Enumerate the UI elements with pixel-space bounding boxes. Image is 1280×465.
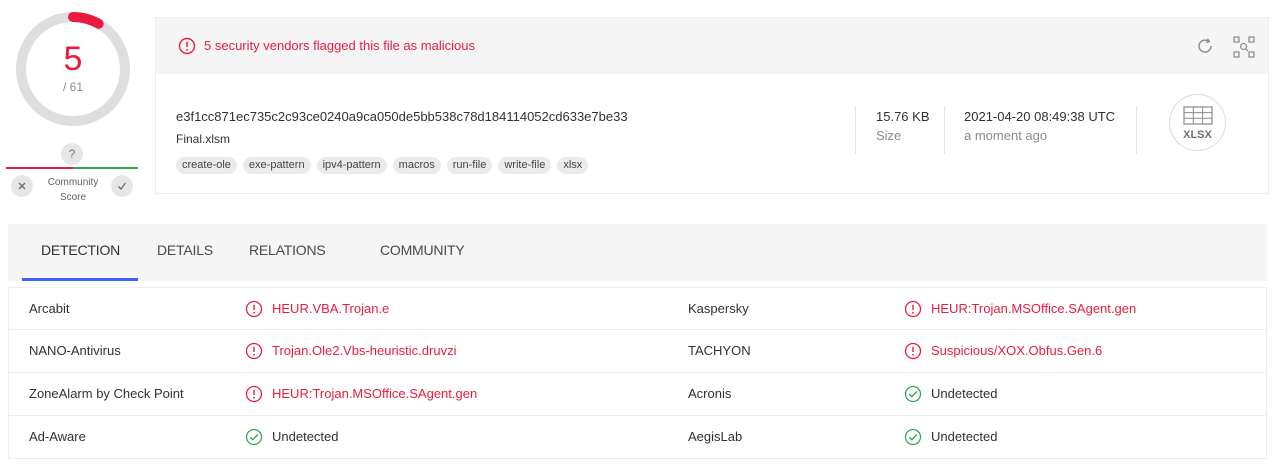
alert-circle-icon [904, 342, 922, 360]
vote-harmless-button[interactable] [111, 175, 133, 197]
engine-name: Kaspersky [688, 301, 749, 316]
engine-name: Acronis [688, 386, 732, 401]
tag-macros[interactable]: macros [392, 157, 441, 174]
alert-circle-icon [178, 37, 196, 55]
community-score-bar [6, 167, 138, 169]
check-circle-icon [904, 428, 922, 446]
check-circle-icon [904, 385, 922, 403]
tab-details[interactable]: DETAILS [157, 242, 213, 258]
xlsx-file-icon [1183, 106, 1213, 125]
detection-score-widget: 5 / 61 ? Community Score [0, 0, 145, 210]
file-name: Final.xlsm [176, 132, 231, 146]
file-summary-card: 5 security vendors flagged this file as … [155, 17, 1269, 194]
tag-ipv4-pattern[interactable]: ipv4-pattern [316, 157, 387, 174]
analysis-relative-time: a moment ago [964, 128, 1048, 143]
community-score-value: ? [61, 143, 83, 165]
file-type-label: XLSX [1183, 129, 1212, 141]
community-score-label-line1: Community [47, 177, 99, 188]
table-row: Arcabit HEUR.VBA.Trojan.e Kaspersky HEUR:Tr… [8, 287, 1267, 330]
detection-result: Undetected [931, 386, 998, 401]
community-score-label-line2: Score [59, 192, 87, 203]
file-tags: create-ole exe-pattern ipv4-pattern macr… [176, 157, 589, 174]
detection-result: HEUR:Trojan.MSOffice.SAgent.gen [272, 386, 478, 401]
file-size-label: Size [876, 128, 902, 143]
alert-circle-icon [245, 342, 263, 360]
engine-name: ZoneAlarm by Check Point [29, 386, 184, 401]
alert-circle-icon [245, 385, 263, 403]
engine-name: NANO-Antivirus [29, 343, 121, 358]
tag-exe-pattern[interactable]: exe-pattern [242, 157, 311, 174]
tag-write-file[interactable]: write-file [498, 157, 552, 174]
table-row: Ad-Aware Undetected AegisLab Undetected [8, 416, 1267, 459]
detection-result: Undetected [272, 429, 339, 444]
detections-table: Arcabit HEUR.VBA.Trojan.e Kaspersky HEUR:Tr… [8, 287, 1267, 465]
community-score-label: Community Score [40, 175, 106, 205]
engine-name: Arcabit [29, 301, 70, 316]
table-row: ZoneAlarm by Check Point HEUR:Trojan.MSOf… [8, 373, 1267, 416]
alert-circle-icon [245, 300, 263, 318]
engine-name: TACHYON [688, 343, 751, 358]
file-size-value: 15.76 KB [876, 109, 930, 124]
engine-name: Ad-Aware [29, 429, 86, 444]
report-tabs: DETECTION DETAILS RELATIONS COMMUNITY [8, 224, 1267, 281]
active-tab-indicator [22, 278, 138, 281]
check-icon [118, 182, 127, 190]
engine-total: / 61 [62, 80, 83, 94]
tag-run-file[interactable]: run-file [446, 157, 493, 174]
divider [1136, 106, 1137, 154]
divider [944, 106, 945, 154]
detection-count: 5 [63, 40, 83, 78]
alert-message: 5 security vendors flagged this file as … [204, 38, 475, 53]
engine-name: AegisLab [688, 429, 743, 444]
table-row: NANO-Antivirus Trojan.Ole2.Vbs-heuristic.… [8, 330, 1267, 373]
tab-community[interactable]: COMMUNITY [380, 242, 465, 258]
file-hash[interactable]: e3f1cc871ec735c2c93ce0240a9ca050de5bb538… [176, 109, 628, 124]
detection-result: HEUR.VBA.Trojan.e [272, 301, 390, 316]
alert-circle-icon [904, 300, 922, 318]
divider [855, 106, 856, 154]
check-circle-icon [245, 428, 263, 446]
detection-result: Suspicious/XOX.Obfus.Gen.6 [931, 343, 1103, 358]
tag-xlsx[interactable]: xlsx [557, 157, 589, 174]
detection-result: Undetected [931, 429, 998, 444]
detection-result: Trojan.Ole2.Vbs-heuristic.druvzi [272, 343, 457, 358]
file-type-badge: XLSX [1169, 94, 1226, 151]
tag-create-ole[interactable]: create-ole [176, 157, 237, 174]
analysis-date: 2021-04-20 08:49:38 UTC [964, 109, 1116, 124]
vote-harmful-button[interactable] [11, 175, 33, 197]
alert-banner: 5 security vendors flagged this file as … [156, 18, 1268, 74]
tab-detection[interactable]: DETECTION [41, 242, 120, 258]
detection-result: HEUR:Trojan.MSOffice.SAgent.gen [931, 301, 1137, 316]
reanalyze-icon[interactable] [1195, 36, 1215, 56]
tab-relations[interactable]: RELATIONS [249, 242, 326, 258]
close-icon [18, 182, 26, 190]
similar-search-icon[interactable] [1233, 36, 1255, 58]
